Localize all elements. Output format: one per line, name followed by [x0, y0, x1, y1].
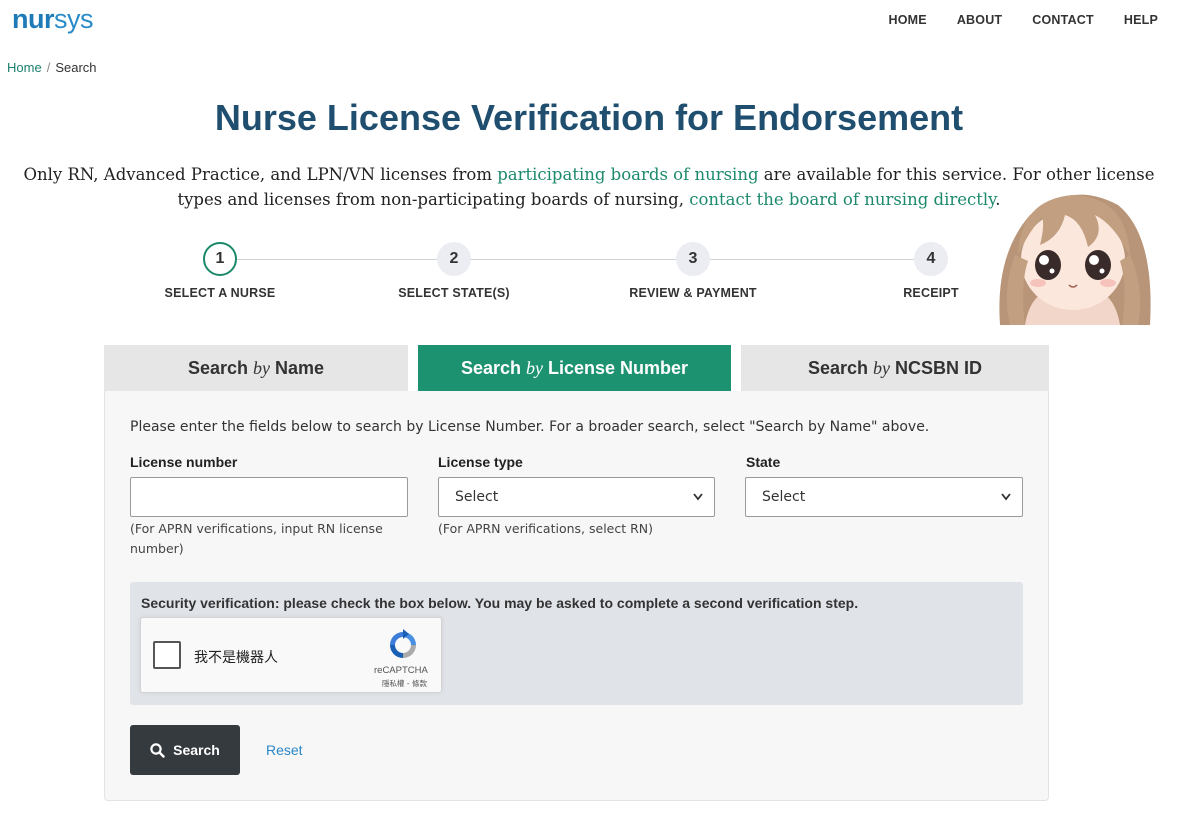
tab-label-by: by — [873, 358, 891, 378]
nav-help[interactable]: HELP — [1124, 13, 1158, 27]
chevron-down-icon — [693, 493, 703, 501]
participating-boards-link[interactable]: participating boards of nursing — [497, 165, 758, 184]
license-type-label: License type — [438, 454, 523, 470]
step-number: 1 — [203, 242, 237, 276]
license-type-hint: (For APRN verifications, select RN) — [438, 521, 654, 536]
breadcrumb: Home / Search — [7, 60, 97, 75]
search-tabs: Search by Name Search by License Number … — [104, 345, 1049, 392]
search-button-label: Search — [173, 742, 220, 758]
step-select-nurse: 1 SELECT A NURSE — [120, 242, 320, 300]
state-value: Select — [762, 489, 806, 505]
recaptcha-brand: reCAPTCHA — [374, 665, 428, 676]
tab-label-pre: Search — [187, 358, 253, 378]
main-nav: HOME ABOUT CONTACT HELP — [859, 13, 1158, 27]
tab-label-post: License Number — [543, 358, 689, 378]
step-label: SELECT STATE(S) — [398, 286, 510, 300]
recaptcha-widget: 我不是機器人 reCAPTCHA 隱私權 - 條款 — [140, 617, 442, 693]
nav-about[interactable]: ABOUT — [957, 13, 1002, 27]
reset-link[interactable]: Reset — [266, 742, 303, 758]
step-number: 3 — [676, 242, 710, 276]
step-review-payment: 3 REVIEW & PAYMENT — [593, 242, 793, 300]
step-label: REVIEW & PAYMENT — [629, 286, 757, 300]
page-title: Nurse License Verification for Endorseme… — [214, 97, 964, 138]
tab-label-post: Name — [270, 358, 325, 378]
tab-label-by: by — [526, 358, 543, 378]
license-type-select[interactable]: Select — [438, 477, 715, 517]
step-number: 4 — [914, 242, 948, 276]
tab-label-post: NCSBN ID — [890, 358, 983, 378]
recaptcha-logo-icon — [390, 629, 416, 658]
tab-label-pre: Search — [460, 358, 526, 378]
tab-search-by-license-number[interactable]: Search by License Number — [418, 345, 731, 392]
breadcrumb-home[interactable]: Home — [7, 60, 42, 75]
license-number-input[interactable] — [130, 477, 408, 517]
step-label: SELECT A NURSE — [164, 286, 276, 300]
step-select-states: 2 SELECT STATE(S) — [354, 242, 554, 300]
search-button[interactable]: Search — [130, 725, 240, 775]
state-select[interactable]: Select — [745, 477, 1023, 517]
recaptcha-label: 我不是機器人 — [194, 650, 278, 666]
logo-text-bold: nur — [12, 4, 55, 34]
intro-text-1: Only RN, Advanced Practice, and LPN/VN l… — [23, 165, 498, 184]
breadcrumb-current: Search — [55, 60, 97, 75]
nav-home[interactable]: HOME — [889, 13, 927, 27]
tab-label-by: by — [253, 358, 270, 378]
nursys-logo[interactable]: nursys — [12, 4, 94, 35]
tab-label-pre: Search — [807, 358, 874, 378]
progress-stepper: 1 SELECT A NURSE 2 SELECT STATE(S) 3 REV… — [100, 242, 1050, 312]
state-label: State — [746, 454, 781, 470]
breadcrumb-separator: / — [46, 60, 51, 75]
recaptcha-terms-link[interactable]: 隱私權 - 條款 — [382, 678, 427, 689]
stepper-line — [220, 259, 932, 260]
security-instructions: Security verification: please check the … — [141, 595, 859, 611]
tab-search-by-ncsbn-id[interactable]: Search by NCSBN ID — [741, 345, 1049, 392]
nav-contact[interactable]: CONTACT — [1032, 13, 1094, 27]
step-number: 2 — [437, 242, 471, 276]
license-number-label: License number — [130, 454, 238, 470]
site-header: nursys HOME ABOUT CONTACT HELP — [0, 0, 1178, 50]
chevron-down-icon — [1001, 493, 1011, 501]
contact-board-link[interactable]: contact the board of nursing directly — [689, 190, 995, 209]
security-verification: Security verification: please check the … — [130, 582, 1023, 705]
anime-girl-sticker — [999, 194, 1151, 325]
form-instructions: Please enter the fields below to search … — [130, 419, 930, 435]
search-icon — [150, 742, 165, 758]
recaptcha-checkbox[interactable] — [153, 641, 181, 669]
logo-text-light: sys — [54, 4, 94, 34]
license-type-value: Select — [455, 489, 499, 505]
license-number-hint: (For APRN verifications, input RN licens… — [130, 521, 383, 556]
tab-search-by-name[interactable]: Search by Name — [104, 345, 408, 392]
